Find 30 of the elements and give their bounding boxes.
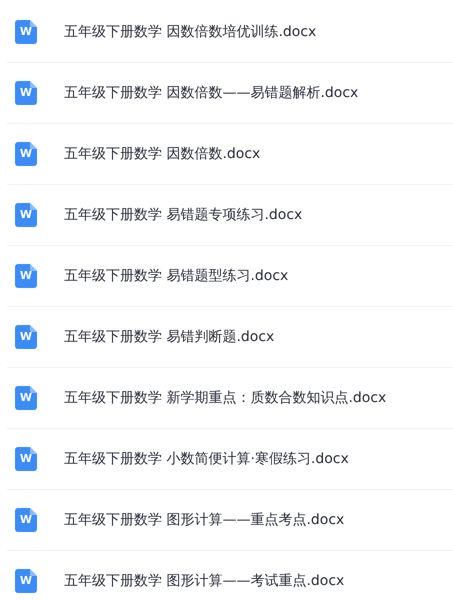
- file-row[interactable]: W 五年级下册数学 图形计算——重点考点.docx: [7, 490, 453, 551]
- file-row[interactable]: W 五年级下册数学 小数简便计算·寒假练习.docx: [7, 429, 453, 490]
- file-name: 五年级下册数学 因数倍数——易错题解析.docx: [64, 84, 358, 102]
- word-document-icon: W: [15, 81, 37, 105]
- word-document-icon: W: [15, 325, 37, 349]
- file-row[interactable]: W 五年级下册数学 易错题专项练习.docx: [7, 185, 453, 246]
- word-document-icon: W: [15, 203, 37, 227]
- file-name: 五年级下册数学 易错题专项练习.docx: [64, 206, 302, 224]
- file-row[interactable]: W 五年级下册数学 图形计算——考试重点.docx: [7, 551, 453, 600]
- word-document-icon: W: [15, 142, 37, 166]
- file-row[interactable]: W 五年级下册数学 易错题型练习.docx: [7, 246, 453, 307]
- word-document-icon: W: [15, 20, 37, 44]
- word-document-icon: W: [15, 508, 37, 532]
- word-document-icon: W: [15, 386, 37, 410]
- word-document-icon: W: [15, 264, 37, 288]
- file-name: 五年级下册数学 易错判断题.docx: [64, 328, 274, 346]
- file-name: 五年级下册数学 新学期重点：质数合数知识点.docx: [64, 389, 386, 407]
- file-row[interactable]: W 五年级下册数学 易错判断题.docx: [7, 307, 453, 368]
- file-name: 五年级下册数学 图形计算——重点考点.docx: [64, 511, 344, 529]
- file-row[interactable]: W 五年级下册数学 因数倍数.docx: [7, 124, 453, 185]
- file-name: 五年级下册数学 因数倍数培优训练.docx: [64, 23, 316, 41]
- file-row[interactable]: W 五年级下册数学 因数倍数——易错题解析.docx: [7, 63, 453, 124]
- file-name: 五年级下册数学 因数倍数.docx: [64, 145, 260, 163]
- file-name: 五年级下册数学 易错题型练习.docx: [64, 267, 288, 285]
- word-document-icon: W: [15, 447, 37, 471]
- word-document-icon: W: [15, 569, 37, 593]
- file-row[interactable]: W 五年级下册数学 因数倍数培优训练.docx: [7, 2, 453, 63]
- file-row[interactable]: W 五年级下册数学 新学期重点：质数合数知识点.docx: [7, 368, 453, 429]
- file-name: 五年级下册数学 小数简便计算·寒假练习.docx: [64, 450, 349, 468]
- file-name: 五年级下册数学 图形计算——考试重点.docx: [64, 572, 344, 590]
